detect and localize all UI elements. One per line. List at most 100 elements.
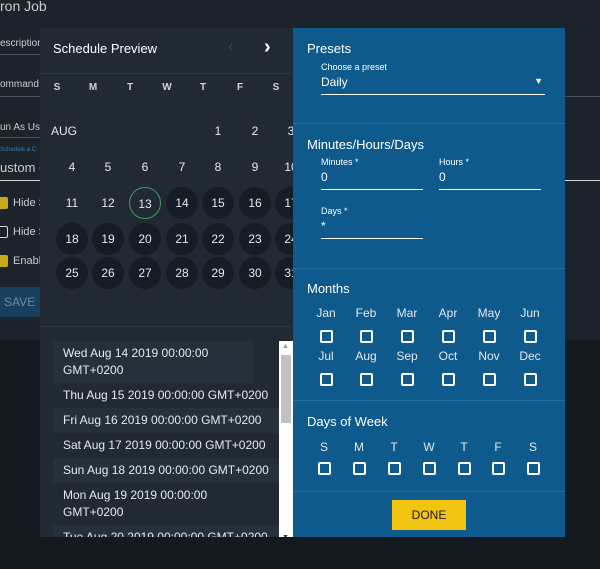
presets-title: Presets xyxy=(307,41,352,56)
calendar-day[interactable]: 17 xyxy=(275,187,293,219)
calendar-day[interactable]: 14 xyxy=(166,187,198,219)
calendar-day[interactable]: 1 xyxy=(202,115,234,147)
month-label: May xyxy=(477,306,501,320)
calendar-day[interactable]: 5 xyxy=(92,151,124,183)
dow-checkbox[interactable] xyxy=(423,462,436,475)
scrollbar-thumb[interactable] xyxy=(281,355,291,423)
save-button-label: SAVE xyxy=(4,295,36,309)
hours-input[interactable]: 0 xyxy=(439,170,541,190)
calendar-day[interactable]: 15 xyxy=(202,187,234,219)
months-title: Months xyxy=(307,281,350,296)
month-checkbox[interactable] xyxy=(360,373,373,386)
calendar-day[interactable]: 16 xyxy=(239,187,271,219)
preset-value: Daily xyxy=(321,75,348,89)
run-list-item: Fri Aug 16 2019 00:00:00 GMT+0200 xyxy=(53,408,279,433)
enable-checkbox-label: Enabl xyxy=(13,255,42,267)
month-checkbox[interactable] xyxy=(483,373,496,386)
month-checkbox[interactable] xyxy=(360,330,373,343)
month-label: Apr xyxy=(438,306,458,320)
command-field-label[interactable]: ommand xyxy=(0,79,39,90)
calendar-day[interactable]: 12 xyxy=(92,187,124,219)
dow-label: S xyxy=(319,440,328,454)
month-checkbox[interactable] xyxy=(524,330,537,343)
dow-label: S xyxy=(528,440,537,454)
schedule-select[interactable]: ustom ( xyxy=(0,160,43,175)
calendar-day[interactable]: 8 xyxy=(202,151,234,183)
calendar-day-today[interactable]: 13 xyxy=(129,187,161,219)
run-list-item: Tue Aug 20 2019 00:00:00 GMT+0200 xyxy=(53,525,279,537)
month-checkbox[interactable] xyxy=(524,373,537,386)
schedule-editor-panel: Presets Choose a preset Daily ▼ Minutes/… xyxy=(293,28,565,537)
description-field-label[interactable]: escription xyxy=(0,38,43,49)
enable-checkbox[interactable] xyxy=(0,255,8,267)
weekday-header: T xyxy=(126,82,134,93)
month-checkbox[interactable] xyxy=(320,330,333,343)
calendar-day[interactable]: 30 xyxy=(239,257,271,289)
calendar-month-label: AUG xyxy=(51,124,78,138)
calendar-day[interactable]: 20 xyxy=(129,223,161,255)
month-checkbox[interactable] xyxy=(442,330,455,343)
run-list: Wed Aug 14 2019 00:00:00 GMT+0200 Thu Aug… xyxy=(53,341,279,537)
mhd-title: Minutes/Hours/Days xyxy=(307,137,425,152)
run-list-scrollbar[interactable]: ▲ ▼ xyxy=(279,341,293,537)
schedule-preview-panel: Schedule Preview ‹ › S M T W T F S AUG 1 2 3 4 5 6 7 8 9… xyxy=(40,28,293,537)
calendar-day[interactable]: 27 xyxy=(129,257,161,289)
month-checkbox[interactable] xyxy=(320,373,333,386)
calendar-day[interactable]: 22 xyxy=(202,223,234,255)
dow-checkbox[interactable] xyxy=(492,462,505,475)
dow-checkbox[interactable] xyxy=(388,462,401,475)
month-checkbox[interactable] xyxy=(401,373,414,386)
month-checkbox[interactable] xyxy=(401,330,414,343)
dow-checkbox[interactable] xyxy=(318,462,331,475)
calendar-day[interactable]: 9 xyxy=(239,151,271,183)
calendar-day[interactable]: 2 xyxy=(239,115,271,147)
calendar-day[interactable]: 29 xyxy=(202,257,234,289)
month-checkbox[interactable] xyxy=(483,330,496,343)
dow-label: F xyxy=(494,440,502,454)
month-label: Mar xyxy=(396,306,418,320)
calendar-day[interactable]: 23 xyxy=(239,223,271,255)
calendar-day[interactable]: 10 xyxy=(275,151,293,183)
hours-label: Hours * xyxy=(439,157,470,167)
calendar-day[interactable]: 18 xyxy=(56,223,88,255)
calendar-day[interactable]: 6 xyxy=(129,151,161,183)
calendar: SMTWTFSAUG123456789101112131415161718192… xyxy=(40,28,293,318)
dow-label: W xyxy=(423,440,435,454)
month-label: Feb xyxy=(355,306,377,320)
calendar-day[interactable]: 11 xyxy=(56,187,88,219)
calendar-day[interactable]: 19 xyxy=(92,223,124,255)
dow-checkbox[interactable] xyxy=(527,462,540,475)
hide-checkbox-1[interactable] xyxy=(0,197,8,209)
dow-checkbox[interactable] xyxy=(353,462,366,475)
minutes-label: Minutes * xyxy=(321,157,359,167)
calendar-day[interactable]: 25 xyxy=(56,257,88,289)
run-as-user-label[interactable]: un As Us xyxy=(0,122,40,133)
calendar-day[interactable]: 3 xyxy=(275,115,293,147)
save-button[interactable]: SAVE xyxy=(0,287,40,317)
calendar-day[interactable]: 26 xyxy=(92,257,124,289)
weekday-header: T xyxy=(199,82,207,93)
run-list-item: Thu Aug 15 2019 00:00:00 GMT+0200 xyxy=(53,383,279,408)
calendar-day[interactable]: 7 xyxy=(166,151,198,183)
dropdown-arrow-icon: ▼ xyxy=(534,76,543,86)
calendar-day[interactable]: 28 xyxy=(166,257,198,289)
calendar-day[interactable]: 4 xyxy=(56,151,88,183)
run-list-item: Wed Aug 14 2019 00:00:00 GMT+0200 xyxy=(53,341,253,383)
minutes-input[interactable]: 0 xyxy=(321,170,423,190)
preset-select[interactable]: Daily ▼ xyxy=(321,75,545,95)
month-label: Jul xyxy=(318,349,334,363)
calendar-day[interactable]: 31 xyxy=(275,257,293,289)
month-label: Dec xyxy=(519,349,541,363)
dow-title: Days of Week xyxy=(307,414,388,429)
days-input[interactable]: * xyxy=(321,219,423,239)
calendar-day[interactable]: 24 xyxy=(275,223,293,255)
weekday-header: W xyxy=(162,82,172,93)
days-label: Days * xyxy=(321,206,348,216)
done-button[interactable]: DONE xyxy=(392,500,466,530)
month-checkbox[interactable] xyxy=(442,373,455,386)
dow-checkbox[interactable] xyxy=(458,462,471,475)
calendar-day[interactable]: 21 xyxy=(166,223,198,255)
hide-checkbox-2[interactable] xyxy=(0,226,8,238)
month-label: Jun xyxy=(520,306,540,320)
run-list-item: Sun Aug 18 2019 00:00:00 GMT+0200 xyxy=(53,458,279,483)
